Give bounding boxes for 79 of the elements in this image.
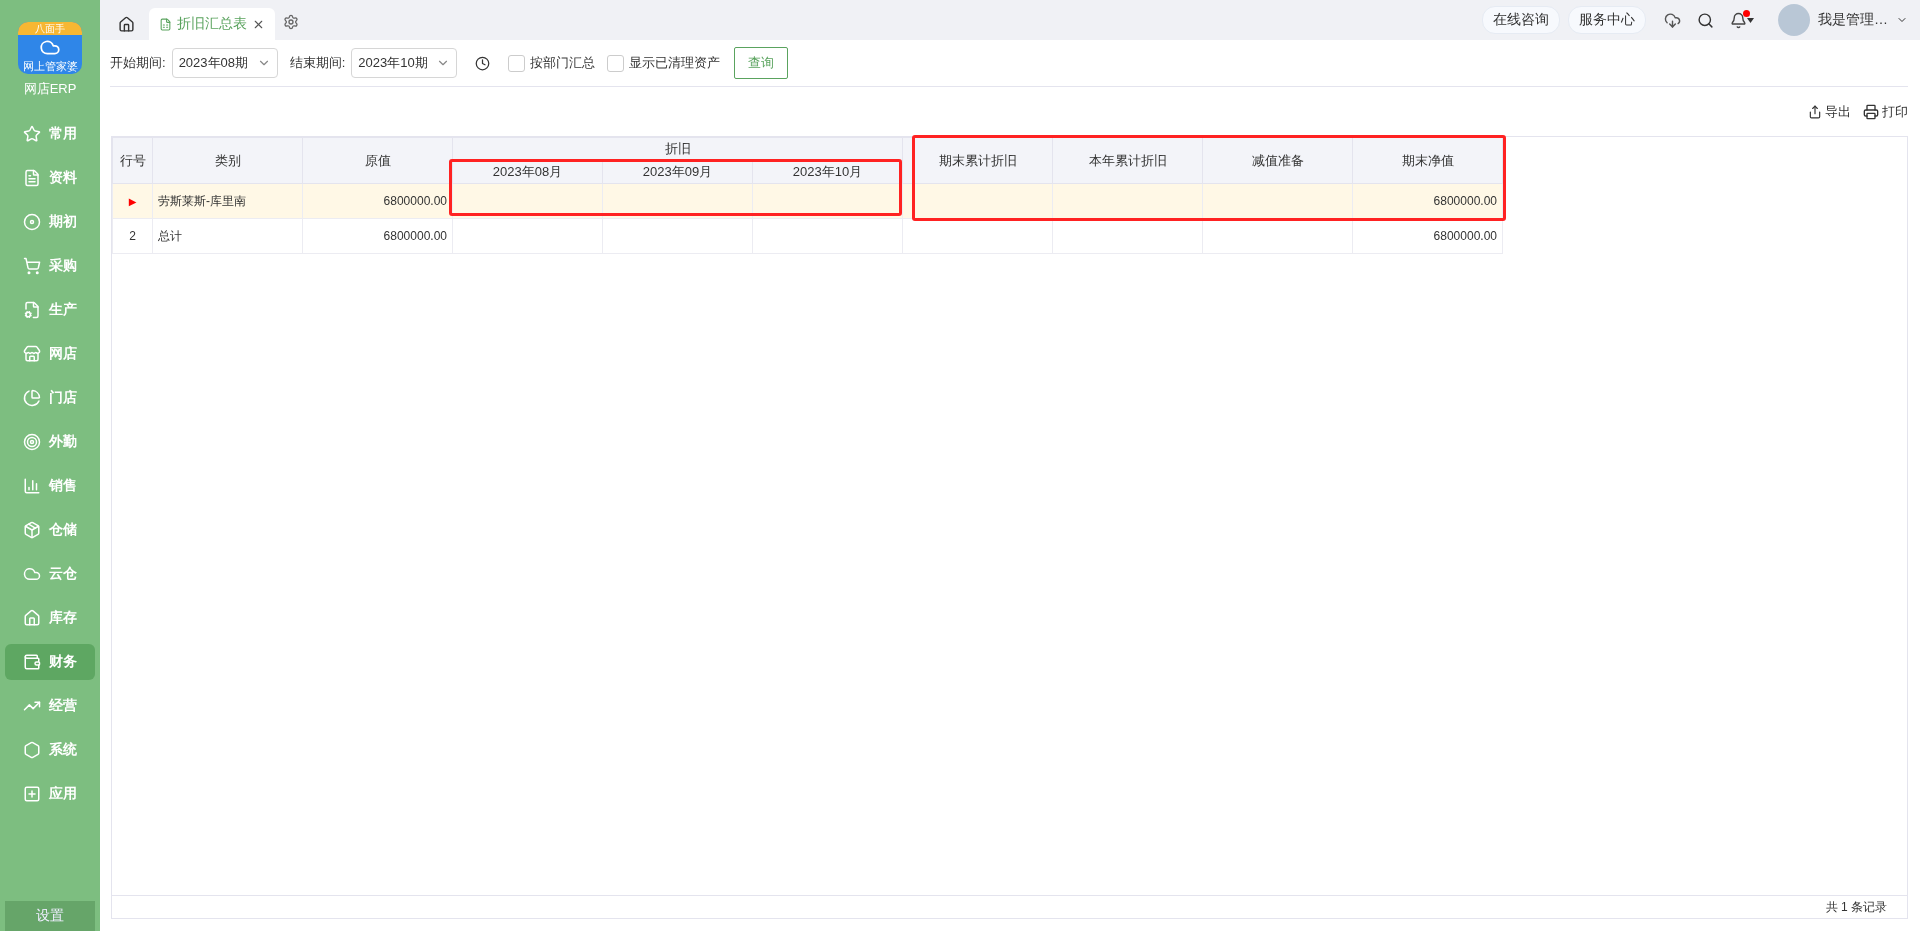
sidebar-item[interactable]: 仓储 xyxy=(5,512,95,548)
store-icon xyxy=(23,345,41,363)
share-icon xyxy=(1808,104,1822,119)
target-icon xyxy=(23,433,41,451)
clock-icon[interactable] xyxy=(475,55,491,71)
disc-icon xyxy=(23,213,41,231)
row-number-cell: ▶ xyxy=(112,183,153,219)
column-header: 折旧 xyxy=(452,137,903,161)
cloud-icon xyxy=(23,565,41,583)
settings-button[interactable]: 设置 xyxy=(5,901,95,931)
row-number-cell: 2 xyxy=(112,218,153,254)
sidebar-item[interactable]: 经营 xyxy=(5,688,95,724)
table-cell: 劳斯莱斯-库里南 xyxy=(152,183,303,219)
column-header: 2023年08月 xyxy=(452,160,603,184)
column-header: 期末累计折旧 xyxy=(902,137,1053,184)
sidebar-item[interactable]: 生产 xyxy=(5,292,95,328)
sidebar-item[interactable]: 财务 xyxy=(5,644,95,680)
search-icon[interactable] xyxy=(1697,11,1714,29)
home-icon[interactable] xyxy=(118,15,135,33)
query-button[interactable]: 查询 xyxy=(734,47,789,79)
star-icon xyxy=(23,125,41,143)
sidebar-item[interactable]: 库存 xyxy=(5,600,95,636)
logo-caption: 网上管家婆 xyxy=(22,59,78,74)
table-cell: 6800000.00 xyxy=(1352,183,1503,219)
print-button[interactable]: 打印 xyxy=(1863,102,1908,121)
column-header: 期末净值 xyxy=(1352,137,1503,184)
sidebar-item[interactable]: 门店 xyxy=(5,380,95,416)
hex-icon xyxy=(23,741,41,759)
sidebar-item[interactable]: 系统 xyxy=(5,732,95,768)
sidebar-item[interactable]: 云仓 xyxy=(5,556,95,592)
column-header: 2023年09月 xyxy=(602,160,753,184)
column-header: 本年累计折旧 xyxy=(1052,137,1203,184)
sidebar-item[interactable]: 资料 xyxy=(5,160,95,196)
table-cell: 6800000.00 xyxy=(302,183,453,219)
logo-badge: 八面手 xyxy=(18,22,82,35)
header-button[interactable]: 服务中心 xyxy=(1568,6,1646,34)
checkbox-label: 按部门汇总 xyxy=(530,54,596,72)
record-count: 共 1 条记录 xyxy=(1825,898,1887,916)
column-header: 类别 xyxy=(152,137,303,184)
column-header: 行号 xyxy=(112,137,153,184)
factory-icon xyxy=(23,301,41,319)
chart-icon xyxy=(23,477,41,495)
export-button[interactable]: 导出 xyxy=(1808,102,1851,121)
cart-icon xyxy=(23,257,41,275)
caret-icon xyxy=(1747,17,1754,23)
cloud-download-icon[interactable] xyxy=(1664,11,1681,29)
field-label: 结束期间: xyxy=(289,54,346,72)
wallet-icon xyxy=(23,653,41,671)
sidebar-item[interactable]: 采购 xyxy=(5,248,95,284)
home-icon xyxy=(23,609,41,627)
settings-icon[interactable] xyxy=(283,14,299,30)
sidebar-item[interactable]: 销售 xyxy=(5,468,95,504)
checkbox-label: 显示已清理资产 xyxy=(629,54,721,72)
app-name: 网店ERP xyxy=(23,80,77,98)
pie-icon xyxy=(23,389,41,407)
column-header: 减值准备 xyxy=(1202,137,1353,184)
notification-button[interactable] xyxy=(1730,11,1754,29)
plus-icon xyxy=(23,785,41,803)
header-button[interactable]: 在线咨询 xyxy=(1482,6,1560,34)
period-select[interactable]: 2023年10期 xyxy=(351,48,458,78)
sidebar-item[interactable]: 外勤 xyxy=(5,424,95,460)
sheet-icon xyxy=(159,17,172,31)
tab[interactable]: 折旧汇总表 xyxy=(149,8,275,40)
table-cell: 6800000.00 xyxy=(302,218,453,254)
doc-icon xyxy=(23,169,41,187)
sidebar-item[interactable]: 应用 xyxy=(5,776,95,812)
column-header: 原值 xyxy=(302,137,453,184)
table-cell: 总计 xyxy=(152,218,303,254)
period-select[interactable]: 2023年08期 xyxy=(171,48,278,78)
user-name[interactable]: 我是管理… xyxy=(1818,11,1888,29)
cloud-icon xyxy=(39,37,61,58)
sidebar-item[interactable]: 期初 xyxy=(5,204,95,240)
sidebar-item[interactable]: 常用 xyxy=(5,116,95,152)
sidebar-item[interactable]: 网店 xyxy=(5,336,95,372)
checkbox[interactable] xyxy=(508,54,526,72)
field-label: 开始期间: xyxy=(110,54,166,72)
printer-icon xyxy=(1863,103,1879,120)
checkbox[interactable] xyxy=(607,54,625,72)
box-icon xyxy=(23,521,41,539)
